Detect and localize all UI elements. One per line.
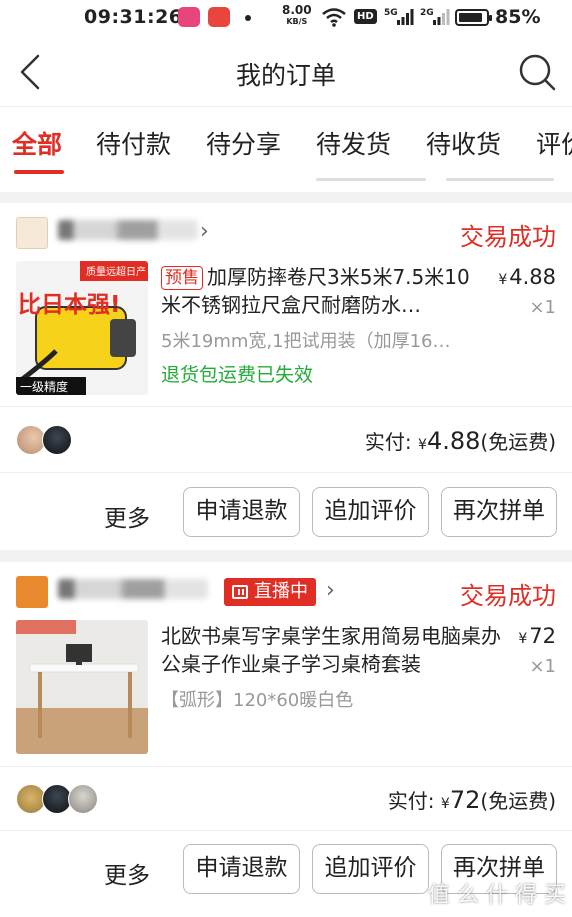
more-notifications-icon <box>245 15 251 21</box>
live-stream-icon <box>232 585 248 599</box>
divider <box>0 406 572 407</box>
product-spec: 5米19mm宽,1把试用装（加厚16… <box>161 331 451 352</box>
battery-icon <box>455 9 492 26</box>
shop-name-blurred <box>58 579 208 599</box>
shop-logo <box>16 576 48 608</box>
app-notification-icon <box>178 7 200 27</box>
live-badge[interactable]: 直播中 <box>224 578 316 606</box>
clock: 09:31:26 <box>84 6 183 28</box>
product-price: ¥72 <box>518 624 556 648</box>
more-button[interactable]: 更多 <box>104 856 150 890</box>
order-card: 直播中 › 交易成功 北欧书桌写字桌学生家用简易电脑桌办公桌子作业桌子学习桌椅套… <box>0 562 572 917</box>
shop-name-blurred <box>58 220 198 240</box>
product-quantity: ×1 <box>529 297 556 318</box>
search-icon[interactable] <box>517 52 557 92</box>
chevron-right-icon: › <box>326 578 335 603</box>
product-image[interactable]: 质量远超日产 比日本强! 一级精度 <box>16 261 148 395</box>
site-watermark: 值 么 什 得 买 <box>428 883 566 908</box>
active-tab-indicator <box>14 170 64 174</box>
product-title[interactable]: 预售 加厚防摔卷尺3米5米7.5米10米不锈钢拉尺盒尺耐磨防水… <box>161 263 479 319</box>
product-image[interactable] <box>16 620 148 754</box>
divider <box>0 766 572 767</box>
previous-card-edge <box>0 178 572 192</box>
product-spec: 【弧形】120*60暖白色 <box>161 690 354 711</box>
app-notification-icon <box>208 7 230 27</box>
tab-all[interactable]: 全部 <box>12 125 62 161</box>
add-review-button[interactable]: 追加评价 <box>312 487 429 537</box>
status-bar: 09:31:26 8.00 KB/S HD 5G 2G 85% <box>0 0 572 36</box>
product-price: ¥4.88 <box>498 265 556 289</box>
request-refund-button[interactable]: 申请退款 <box>183 487 300 537</box>
avatar <box>68 784 98 814</box>
page-title: 我的订单 <box>235 61 336 90</box>
tab-pending-share[interactable]: 待分享 <box>206 125 281 161</box>
shop-row[interactable]: › 交易成功 <box>0 203 572 263</box>
paid-amount: 实付: ¥72(免运费) <box>387 786 556 814</box>
signal-icon <box>433 9 450 25</box>
product-title[interactable]: 北欧书桌写字桌学生家用简易电脑桌办公桌子作业桌子学习桌椅套装 <box>161 622 506 678</box>
rebuy-button[interactable]: 再次拼单 <box>441 487 557 537</box>
tab-review[interactable]: 评价 <box>536 125 572 161</box>
divider <box>0 472 572 473</box>
divider <box>0 830 572 831</box>
shop-logo <box>16 217 48 249</box>
paid-amount: 实付: ¥4.88(免运费) <box>364 427 556 455</box>
thumb-footer: 一级精度 <box>20 380 69 394</box>
net-speed: 8.00 KB/S <box>282 3 312 26</box>
presale-badge: 预售 <box>161 266 203 290</box>
chevron-right-icon: › <box>200 219 209 244</box>
more-button[interactable]: 更多 <box>104 499 150 533</box>
order-card: › 交易成功 质量远超日产 比日本强! 一级精度 预售 加厚防摔卷尺3米5米7.5… <box>0 203 572 550</box>
add-review-button[interactable]: 追加评价 <box>312 844 429 894</box>
order-tabs: 全部 待付款 待分享 待发货 待收货 评价 <box>0 106 572 178</box>
shop-row[interactable]: 直播中 › 交易成功 <box>0 562 572 622</box>
avatar <box>42 425 72 455</box>
thumb-slogan: 比日本强! <box>18 292 121 318</box>
signal-icon <box>397 9 414 25</box>
order-status: 交易成功 <box>460 223 556 251</box>
order-status: 交易成功 <box>460 582 556 610</box>
hd-voice-icon: HD <box>354 9 377 24</box>
product-quantity: ×1 <box>529 656 556 677</box>
thumb-badge: 质量远超日产 <box>86 267 146 278</box>
app-header: 我的订单 <box>0 36 572 106</box>
tab-pending-receipt[interactable]: 待收货 <box>426 125 501 161</box>
tab-pending-payment[interactable]: 待付款 <box>96 125 171 161</box>
request-refund-button[interactable]: 申请退款 <box>183 844 300 894</box>
tab-pending-shipment[interactable]: 待发货 <box>316 125 391 161</box>
battery-percent: 85% <box>495 6 541 28</box>
wifi-icon <box>322 8 346 27</box>
return-shipping-notice: 退货包运费已失效 <box>161 364 314 386</box>
